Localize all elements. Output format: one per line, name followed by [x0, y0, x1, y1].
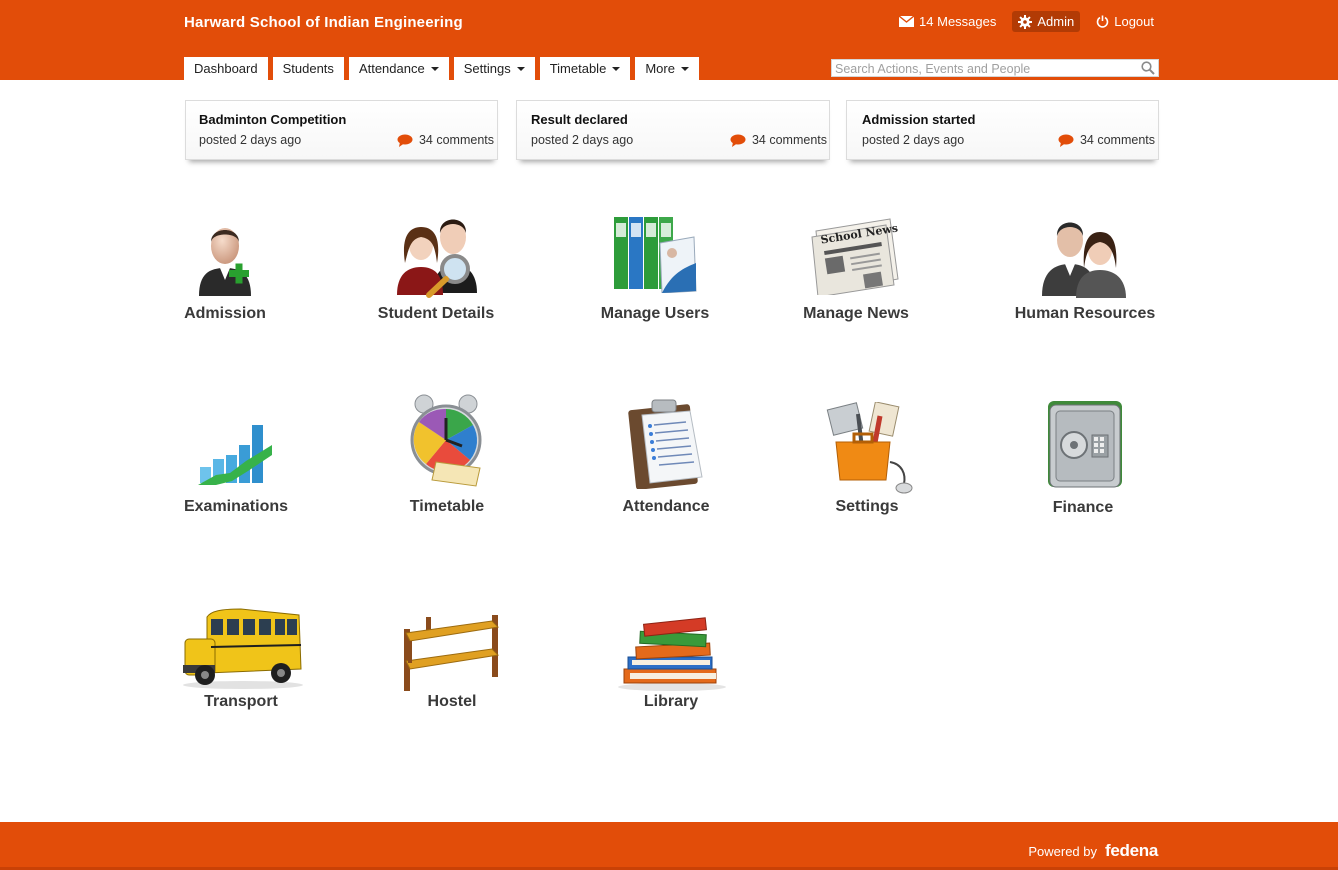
toolbox-icon — [826, 402, 913, 494]
news-title[interactable]: Result declared — [531, 112, 628, 127]
header-bar: Harward School of Indian Engineering 14 … — [0, 0, 1338, 80]
news-date: posted 2 days ago — [199, 133, 302, 147]
news-comments[interactable]: 34 comments — [730, 133, 827, 147]
messages-label: 14 Messages — [919, 14, 997, 29]
alarm-clock-icon — [410, 394, 482, 487]
messages-link[interactable]: 14 Messages — [893, 11, 1002, 32]
powered-by: Powered by fedena — [1028, 841, 1158, 861]
module-transport[interactable]: Transport — [176, 605, 306, 720]
clipboard-icon — [628, 399, 703, 489]
module-admission[interactable]: Admission — [170, 215, 280, 325]
caret-down-icon — [430, 67, 439, 71]
main-nav: Dashboard Students Attendance Settings T… — [184, 57, 704, 80]
tab-timetable[interactable]: Timetable — [539, 57, 631, 80]
module-label: Examinations — [183, 498, 289, 515]
module-label: Manage Users — [600, 305, 710, 322]
chart-icon — [198, 425, 272, 485]
module-label: Admission — [184, 305, 266, 322]
human-resources-icon — [1042, 222, 1126, 298]
module-hostel[interactable]: Hostel — [392, 605, 512, 720]
module-attendance[interactable]: Attendance — [606, 395, 726, 520]
admin-label: Admin — [1037, 14, 1075, 29]
module-label: Settings — [835, 498, 899, 515]
module-library[interactable]: Library — [606, 605, 736, 720]
caret-down-icon — [516, 67, 525, 71]
comments-count: 34 comments — [418, 133, 494, 147]
news-card[interactable]: Admission started posted 2 days ago 34 c… — [846, 100, 1159, 160]
module-finance[interactable]: Finance — [1028, 395, 1138, 520]
module-student-details[interactable]: Student Details — [366, 205, 506, 325]
admin-link[interactable]: Admin — [1012, 11, 1081, 32]
module-manage-news[interactable]: School News Manage News — [796, 210, 916, 325]
caret-down-icon — [680, 67, 689, 71]
tab-dashboard[interactable]: Dashboard — [184, 57, 268, 80]
news-date: posted 2 days ago — [862, 133, 965, 147]
comment-bubble-icon — [397, 134, 413, 147]
newspaper-icon: School News — [811, 218, 899, 295]
news-title[interactable]: Admission started — [862, 112, 975, 127]
tab-more[interactable]: More — [635, 57, 699, 80]
module-label: Hostel — [427, 693, 477, 710]
school-name: Harward School of Indian Engineering — [184, 14, 463, 31]
module-human-resources[interactable]: Human Resources — [1010, 210, 1160, 325]
powered-by-label: Powered by — [1028, 843, 1097, 859]
tab-label: More — [645, 61, 675, 76]
bunk-bed-icon — [404, 615, 500, 691]
tab-settings[interactable]: Settings — [453, 57, 535, 80]
tab-label: Attendance — [358, 61, 425, 76]
school-bus-icon — [183, 608, 303, 689]
search-input[interactable] — [832, 61, 1135, 77]
news-comments[interactable]: 34 comments — [1058, 133, 1155, 147]
comments-count: 34 comments — [1079, 133, 1155, 147]
power-icon — [1096, 15, 1109, 28]
tab-label: Timetable — [549, 61, 607, 76]
module-label: Attendance — [622, 498, 710, 515]
logout-label: Logout — [1114, 14, 1154, 29]
search-box — [831, 59, 1159, 77]
tab-label: Settings — [463, 61, 511, 76]
module-label: Timetable — [409, 498, 485, 515]
module-label: Finance — [1052, 499, 1114, 516]
caret-down-icon — [612, 67, 621, 71]
module-label: Transport — [204, 693, 278, 710]
module-label: Human Resources — [1014, 305, 1156, 322]
news-card[interactable]: Result declared posted 2 days ago 34 com… — [516, 100, 830, 160]
module-settings[interactable]: Settings — [812, 400, 922, 520]
news-date: posted 2 days ago — [531, 133, 634, 147]
gear-icon — [1018, 14, 1033, 29]
comments-count: 34 comments — [751, 133, 827, 147]
news-card[interactable]: Badminton Competition posted 2 days ago … — [185, 100, 498, 160]
module-label: Library — [643, 693, 699, 710]
manage-users-icon — [614, 217, 697, 293]
comment-bubble-icon — [1058, 134, 1074, 147]
module-label: Student Details — [377, 305, 495, 322]
module-examinations[interactable]: Examinations — [176, 410, 296, 520]
fedena-logo[interactable]: fedena — [1105, 841, 1158, 861]
tab-students[interactable]: Students — [272, 57, 344, 80]
comment-bubble-icon — [730, 134, 746, 147]
tab-attendance[interactable]: Attendance — [348, 57, 449, 80]
news-title[interactable]: Badminton Competition — [199, 112, 346, 127]
admission-icon — [199, 228, 251, 296]
module-label: Manage News — [803, 305, 909, 322]
module-timetable[interactable]: Timetable — [392, 390, 502, 520]
logout-link[interactable]: Logout — [1090, 11, 1160, 32]
safe-icon — [1048, 401, 1122, 488]
footer-bar: Powered by fedena — [0, 822, 1338, 870]
module-manage-users[interactable]: Manage Users — [590, 210, 720, 325]
student-details-icon — [397, 219, 477, 298]
books-icon — [618, 617, 726, 691]
search-icon[interactable] — [1141, 61, 1155, 75]
tab-label: Dashboard — [194, 61, 258, 76]
top-links: 14 Messages Admin Logout — [883, 11, 1160, 32]
news-comments[interactable]: 34 comments — [397, 133, 494, 147]
envelope-icon — [899, 16, 915, 27]
tab-label: Students — [282, 61, 334, 76]
